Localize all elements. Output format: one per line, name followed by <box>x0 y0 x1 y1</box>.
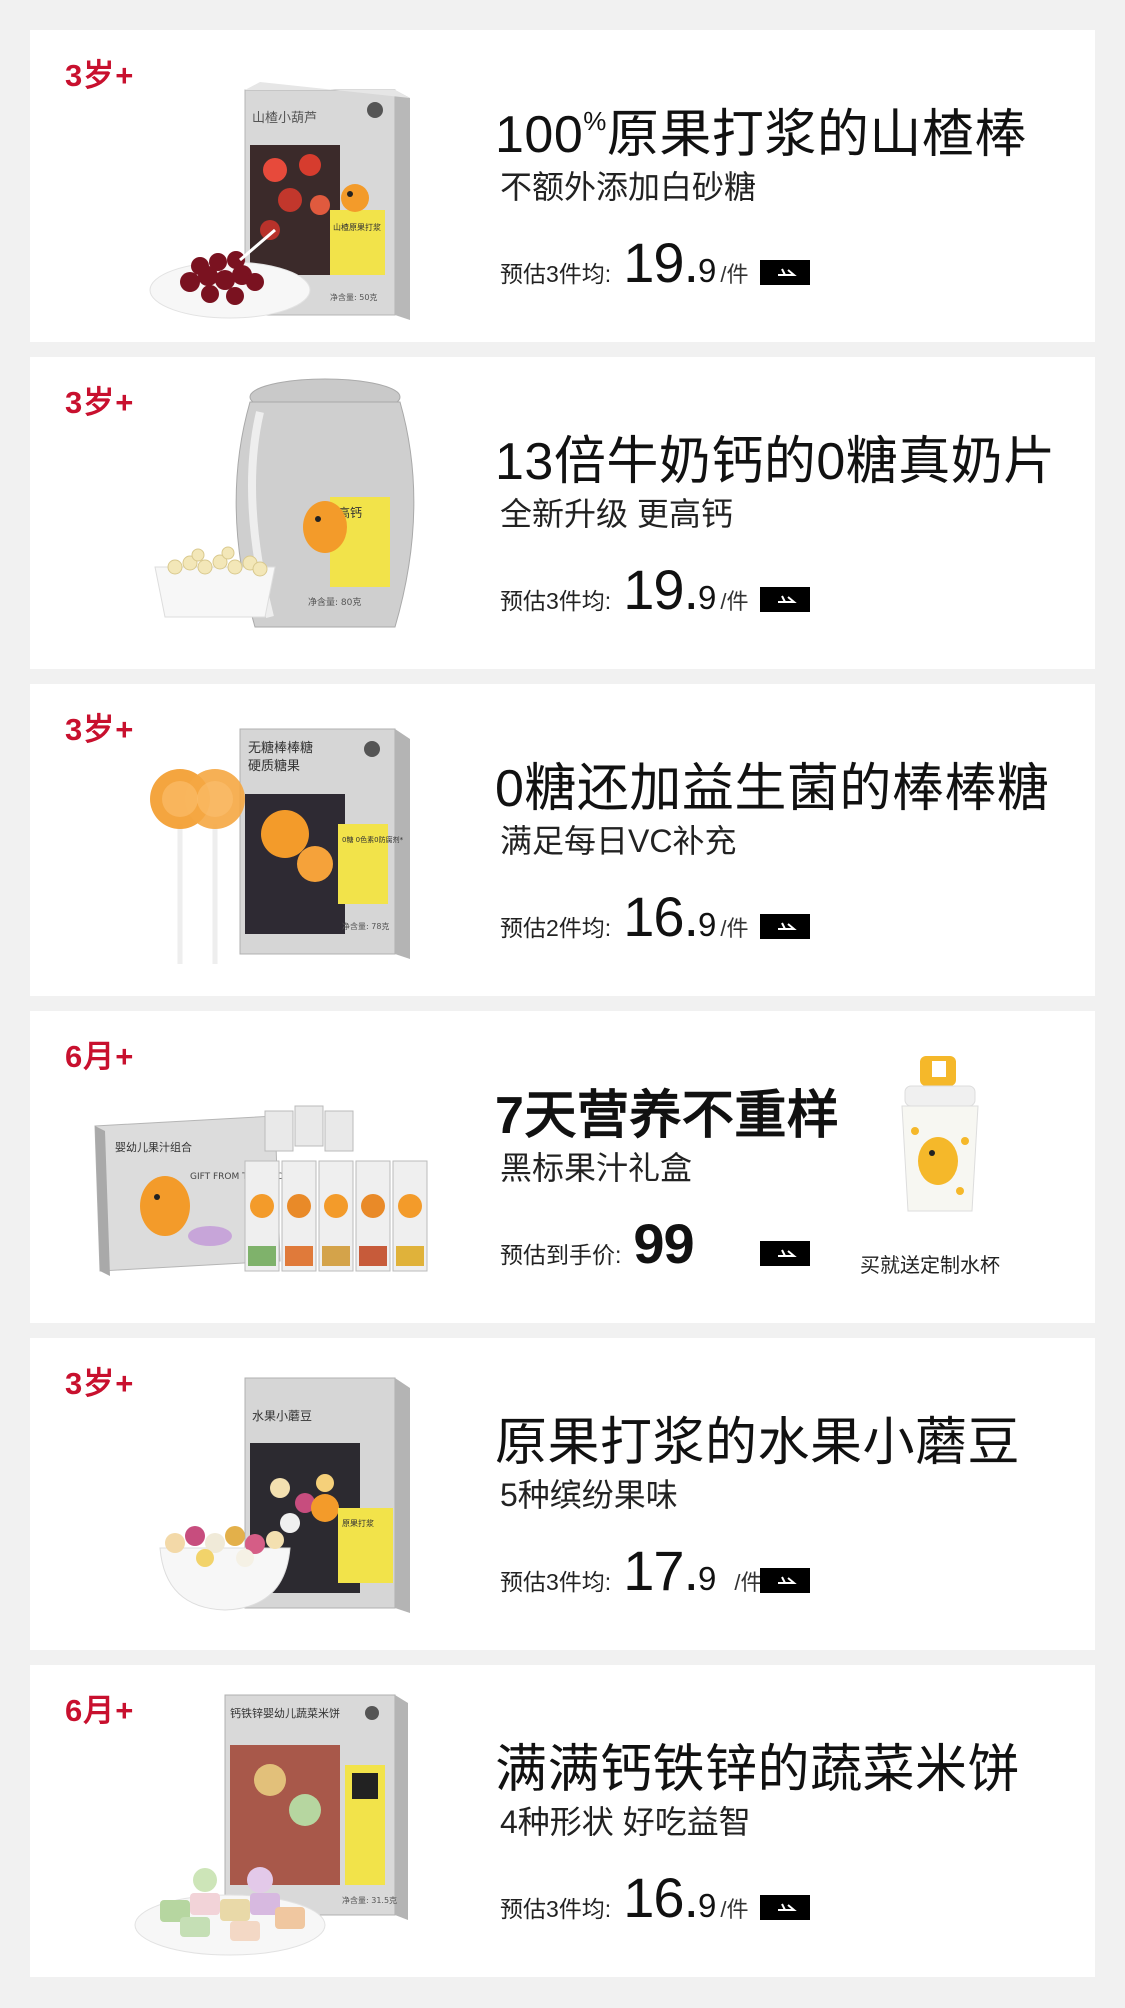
buy-button[interactable] <box>760 1241 810 1266</box>
product-subline: 不额外添加白砂糖 <box>500 169 757 205</box>
price-label: 预估3件均: <box>500 588 612 614</box>
product-subline: 黑标果汁礼盒 <box>500 1150 693 1186</box>
product-headline: 满满钙铁锌的蔬菜米饼 <box>495 1741 1021 1799</box>
price-row: 预估3件均: 19. 9 /件 <box>500 557 749 627</box>
product-image: 高钙 净含量: 80克 <box>110 377 450 657</box>
box-subtitle: 硬质糖果 <box>248 758 300 774</box>
product-subline: 满足每日VC补充 <box>500 823 737 859</box>
price-decimal: 9 <box>698 1887 717 1924</box>
gift-water-cup-image <box>860 1051 1010 1221</box>
price-row: 预估2件均: 16. 9 /件 <box>500 884 749 954</box>
gift-label: 买就送定制水杯 <box>860 1255 1000 1277</box>
price-row: 预估3件均: 17. 9 /件 <box>500 1538 763 1608</box>
product-headline: 原果打浆的水果小蘑豆 <box>495 1414 1021 1472</box>
price-label: 预估3件均: <box>500 1896 612 1922</box>
price-unit: /件 <box>734 1570 763 1595</box>
price-decimal: 9 <box>698 906 717 943</box>
buy-button[interactable] <box>760 1895 810 1920</box>
product-image: 山楂小葫芦 山楂原果打浆 净含量: 50克 <box>110 50 450 330</box>
product-card-milk-tablet[interactable]: 3岁+ 高钙 净含量: 80克 13倍牛奶钙的0糖真奶片 全新升级 更高钙 预估… <box>30 357 1095 669</box>
price-decimal: 9 <box>698 579 717 616</box>
box-title: 钙铁锌婴幼儿蔬菜米饼 <box>230 1706 340 1720</box>
box-net: 净含量: 50克 <box>330 292 377 302</box>
buy-button[interactable] <box>760 260 810 285</box>
price-label: 预估3件均: <box>500 261 612 287</box>
product-image: 水果小蘑豆 原果打浆 <box>110 1358 450 1638</box>
buy-button[interactable] <box>760 1568 810 1593</box>
price-unit: /件 <box>720 262 749 287</box>
price-row: 预估3件均: 19. 9 /件 <box>500 230 749 300</box>
price-decimal: 9 <box>698 252 717 289</box>
price-unit: /件 <box>720 916 749 941</box>
product-headline: 100%原果打浆的山楂棒 <box>495 106 1027 164</box>
box-net: 净含量: 78克 <box>342 921 389 931</box>
product-card-fruit-melts[interactable]: 3岁+ 水果小蘑豆 原果打浆 原果打浆的水果小蘑豆 5种缤纷果味 预估3件均: … <box>30 1338 1095 1650</box>
price-integer: 17. <box>623 1539 699 1602</box>
box-title: 山楂小葫芦 <box>252 111 317 126</box>
airplane-icon <box>778 1249 797 1257</box>
airplane-icon <box>778 922 797 930</box>
box-title: 无糖棒棒糖 <box>248 740 313 756</box>
airplane-icon <box>778 1576 797 1584</box>
box-tag: 0糖 0色素0防腐剂* <box>342 835 404 844</box>
product-subline: 全新升级 更高钙 <box>500 496 733 532</box>
box-net: 净含量: 31.5克 <box>342 1895 397 1905</box>
box-tag: 山楂原果打浆 <box>333 222 381 232</box>
price-integer: 19. <box>623 231 699 294</box>
product-card-lollipop[interactable]: 3岁+ 无糖棒棒糖 硬质糖果 0糖 0色素0防腐剂* 净含量: 78克 0糖还加… <box>30 684 1095 996</box>
price-unit: /件 <box>720 589 749 614</box>
product-headline: 7天营养不重样 <box>495 1087 840 1145</box>
box-net: 净含量: 80克 <box>308 596 361 608</box>
airplane-icon <box>778 595 797 603</box>
price-decimal: 9 <box>698 1560 717 1597</box>
buy-button[interactable] <box>760 914 810 939</box>
product-subline: 4种形状 好吃益智 <box>500 1804 751 1840</box>
price-integer: 19. <box>623 558 699 621</box>
product-image: 婴幼儿果汁组合 GIFT FROM THE QUOTATOR <box>85 1031 465 1311</box>
product-headline: 13倍牛奶钙的0糖真奶片 <box>495 433 1056 491</box>
product-image: 钙铁锌婴幼儿蔬菜米饼 净含量: 31.5克 <box>110 1685 450 1965</box>
price-label: 预估2件均: <box>500 915 612 941</box>
box-title: 水果小蘑豆 <box>252 1409 312 1423</box>
price-label: 预估到手价: <box>500 1242 622 1268</box>
price-integer: 99 <box>633 1212 694 1275</box>
price-row: 预估3件均: 16. 9 /件 <box>500 1865 749 1935</box>
product-subline: 5种缤纷果味 <box>500 1477 678 1513</box>
buy-button[interactable] <box>760 587 810 612</box>
product-card-juice-gift-box[interactable]: 6月+ 婴幼儿果汁组合 GIFT FROM THE QUOTATOR <box>30 1011 1095 1323</box>
product-headline: 0糖还加益生菌的棒棒糖 <box>495 760 1050 818</box>
product-card-hawthorn[interactable]: 3岁+ 山楂小葫芦 山楂原果打浆 净含量: 50克 100%原果打浆的山楂棒 不… <box>30 30 1095 342</box>
price-unit: /件 <box>720 1897 749 1922</box>
price-label: 预估3件均: <box>500 1569 612 1595</box>
price-integer: 16. <box>623 1866 699 1929</box>
product-card-rice-cracker[interactable]: 6月+ 钙铁锌婴幼儿蔬菜米饼 净含量: 31.5克 满满钙铁锌的蔬菜米饼 4种形… <box>30 1665 1095 1977</box>
price-row: 预估到手价: 99 <box>500 1211 695 1281</box>
price-integer: 16. <box>623 885 699 948</box>
box-tag: 原果打浆 <box>342 1518 374 1528</box>
airplane-icon <box>778 1903 797 1911</box>
product-image: 无糖棒棒糖 硬质糖果 0糖 0色素0防腐剂* 净含量: 78克 <box>110 704 450 984</box>
box-title: 婴幼儿果汁组合 <box>115 1140 192 1154</box>
airplane-icon <box>778 268 797 276</box>
